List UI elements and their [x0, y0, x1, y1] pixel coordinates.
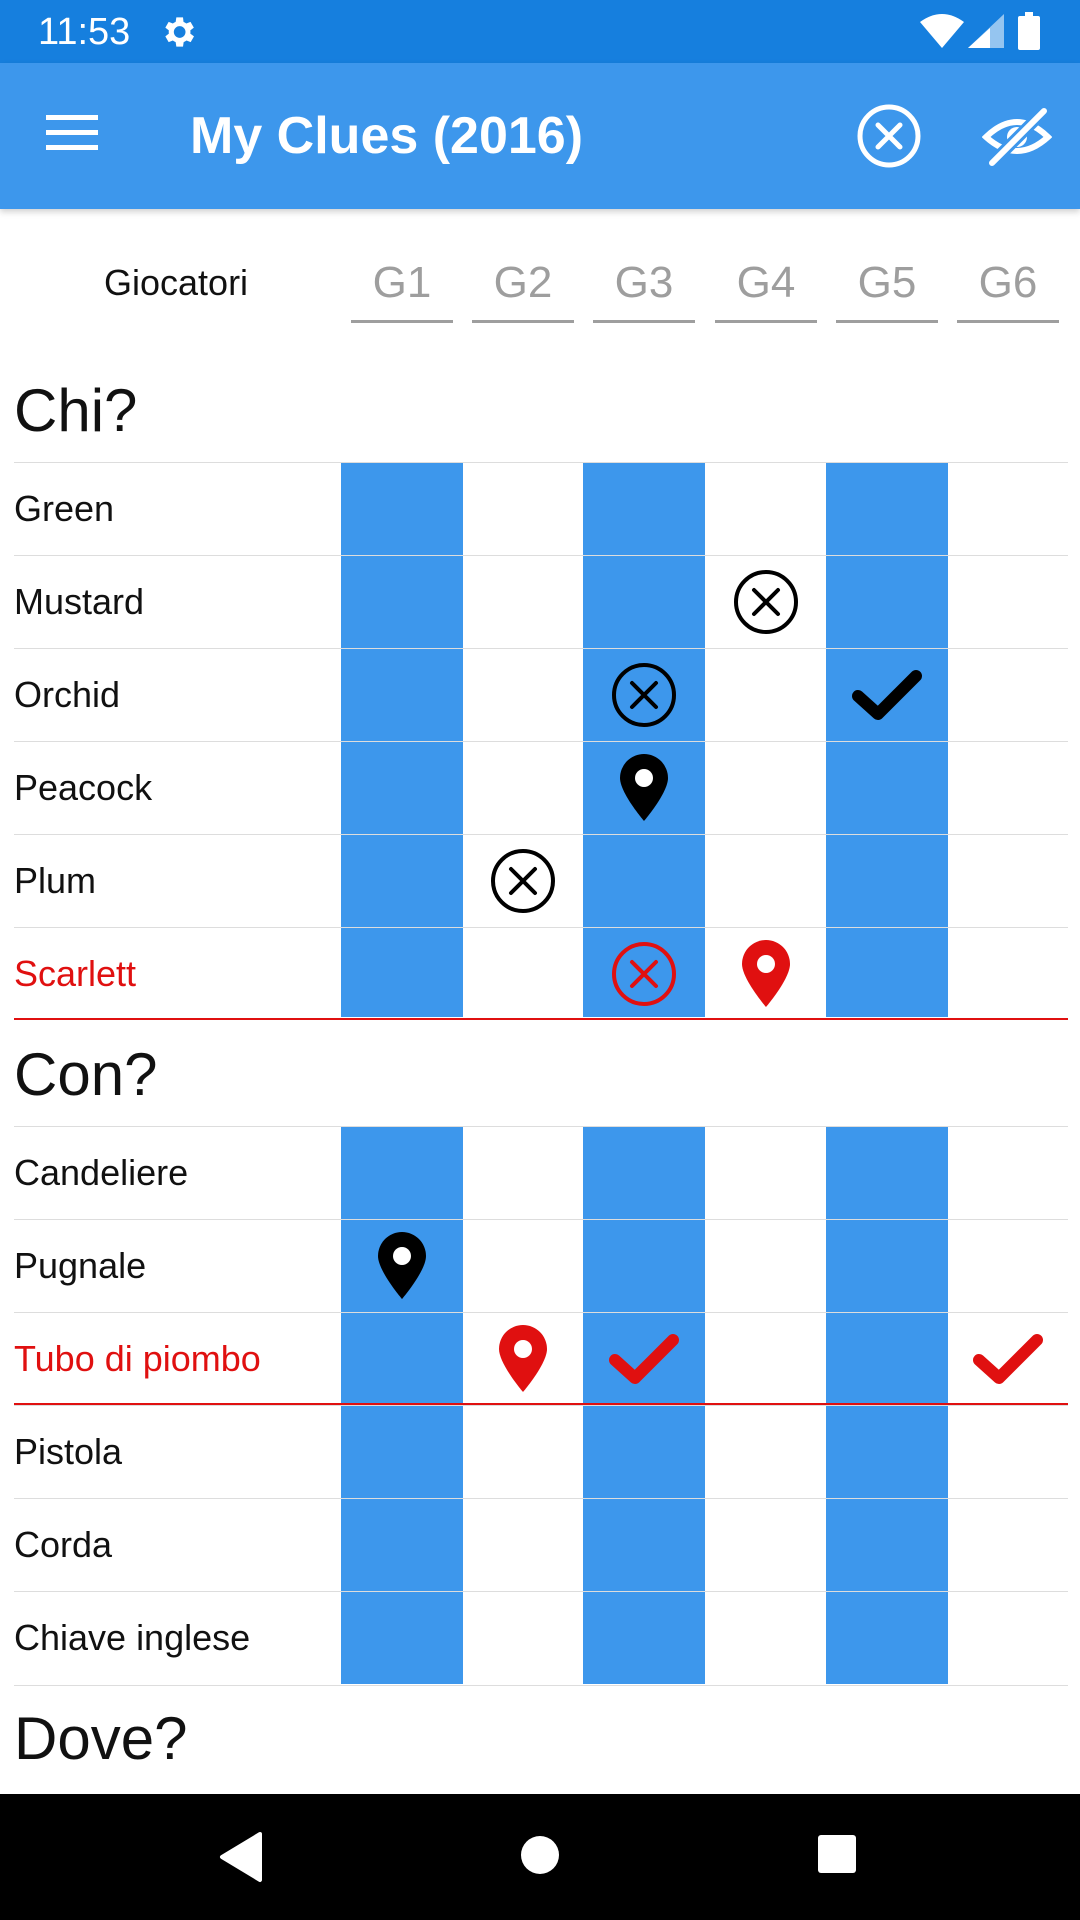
navigation-bar	[0, 1794, 1080, 1920]
player-field-g1[interactable]: G1	[351, 256, 453, 323]
card-label: Corda	[14, 1524, 113, 1565]
section-title-where: Dove?	[14, 1705, 188, 1772]
player-name: G5	[857, 258, 917, 307]
location-pin-icon	[742, 940, 790, 1007]
cell-signal-icon	[968, 14, 1004, 48]
card-row-chiave-inglese[interactable]: Chiave inglese	[14, 1591, 1068, 1686]
status-time: 11:53	[38, 11, 131, 53]
recent-apps-icon[interactable]	[817, 1834, 857, 1874]
player-name: G4	[736, 258, 796, 307]
card-label: Peacock	[14, 767, 153, 808]
card-label: Tubo di piombo	[14, 1338, 261, 1379]
player-name: G3	[614, 258, 674, 307]
settings-gear-icon	[165, 17, 194, 47]
card-label: Pistola	[14, 1431, 123, 1472]
menu-icon[interactable]	[46, 111, 98, 155]
card-row-pistola[interactable]: Pistola	[14, 1405, 1068, 1499]
section-title-with: Con?	[14, 1041, 158, 1108]
player-field-g3[interactable]: G3	[593, 256, 695, 323]
location-pin-icon	[378, 1232, 426, 1299]
back-icon[interactable]	[216, 1830, 266, 1884]
card-label: Mustard	[14, 581, 145, 622]
check-icon	[973, 1334, 1043, 1384]
wifi-icon	[920, 14, 964, 48]
card-label: Green	[14, 488, 115, 529]
status-bar: 11:53	[0, 0, 1080, 63]
player-field-g5[interactable]: G5	[836, 256, 938, 323]
location-pin-icon	[499, 1325, 547, 1392]
clear-icon[interactable]	[856, 103, 922, 169]
visibility-off-icon[interactable]	[982, 103, 1052, 169]
home-icon[interactable]	[519, 1834, 561, 1876]
card-row-mustard[interactable]: Mustard	[14, 555, 1068, 649]
check-icon	[609, 1334, 679, 1384]
card-label: Chiave inglese	[14, 1617, 251, 1658]
cross-circle-icon	[734, 570, 798, 634]
player-field-g6[interactable]: G6	[957, 256, 1059, 323]
card-row-pugnale[interactable]: Pugnale	[14, 1219, 1068, 1313]
card-label: Orchid	[14, 674, 121, 715]
card-row-corda[interactable]: Corda	[14, 1498, 1068, 1592]
check-icon	[852, 670, 922, 720]
card-row-candeliere[interactable]: Candeliere	[14, 1126, 1068, 1220]
cross-circle-icon	[491, 849, 555, 913]
card-row-green[interactable]: Green	[14, 462, 1068, 556]
location-pin-icon	[620, 754, 668, 821]
players-label: Giocatori	[104, 262, 249, 303]
battery-icon	[1018, 12, 1040, 50]
cross-circle-icon	[612, 663, 676, 727]
app-bar: My Clues (2016)	[0, 63, 1080, 209]
player-name: G6	[978, 258, 1038, 307]
card-row-peacock[interactable]: Peacock	[14, 741, 1068, 835]
cross-circle-icon	[612, 942, 676, 1006]
card-label: Plum	[14, 860, 97, 901]
player-name: G1	[372, 258, 432, 307]
player-field-g4[interactable]: G4	[715, 256, 817, 323]
card-row-scarlett[interactable]: Scarlett	[14, 927, 1068, 1020]
card-label: Candeliere	[14, 1152, 189, 1193]
card-label: Scarlett	[14, 953, 137, 994]
section-title-who: Chi?	[14, 377, 138, 444]
player-field-g2[interactable]: G2	[472, 256, 574, 323]
player-name: G2	[493, 258, 553, 307]
card-label: Pugnale	[14, 1245, 147, 1286]
page-title: My Clues (2016)	[190, 107, 584, 165]
